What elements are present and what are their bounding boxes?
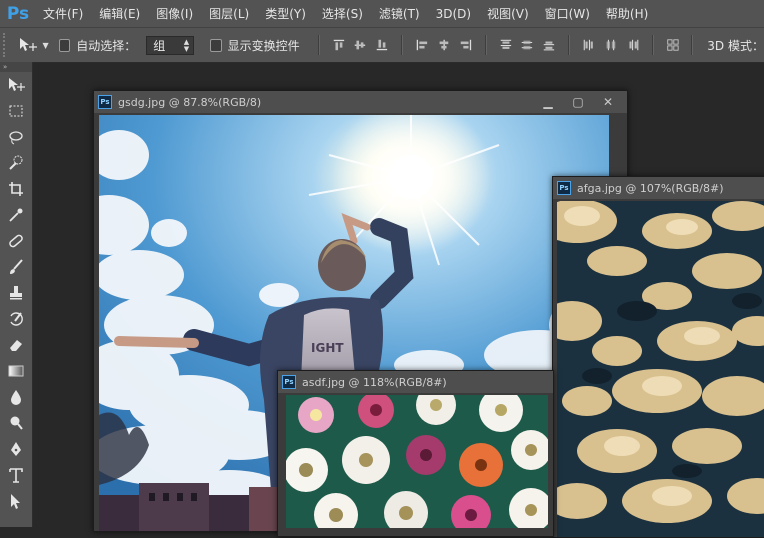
gradient-tool-icon[interactable] [0, 358, 32, 384]
menu-file[interactable]: 文件(F) [36, 5, 92, 22]
type-tool-icon[interactable] [0, 462, 32, 488]
distribute-left-icon[interactable] [582, 37, 596, 53]
auto-select-checkbox[interactable] [58, 38, 71, 52]
document-canvas[interactable] [557, 201, 764, 537]
dodge-tool-icon[interactable] [0, 410, 32, 436]
menu-view[interactable]: 视图(V) [480, 5, 538, 22]
auto-select-label: 自动选择： [76, 38, 137, 53]
menu-image[interactable]: 图像(I) [149, 5, 202, 22]
lasso-tool-icon[interactable] [0, 124, 32, 150]
auto-select-dropdown[interactable]: 组 ▲ ▼ [146, 35, 195, 55]
distribute-top-icon[interactable] [499, 37, 513, 53]
history-brush-tool-icon[interactable] [0, 306, 32, 332]
close-button[interactable]: ✕ [593, 94, 623, 110]
healing-brush-tool-icon[interactable] [0, 228, 32, 254]
photoshop-logo: Ps [6, 3, 30, 24]
document-title: gsdg.jpg @ 87.8%(RGB/8) [118, 95, 262, 109]
path-selection-tool-icon[interactable] [0, 488, 32, 514]
ps-document-icon: Ps [557, 181, 571, 195]
ps-document-icon: Ps [282, 375, 296, 389]
brush-tool-icon[interactable] [0, 254, 32, 280]
menu-window[interactable]: 窗口(W) [538, 5, 599, 22]
move-tool-preset-icon[interactable] [16, 37, 40, 53]
flowers-photo [286, 395, 548, 528]
distribute-vcenter-icon[interactable] [520, 37, 534, 53]
menu-help[interactable]: 帮助(H) [599, 5, 657, 22]
distribute-hcenter-icon[interactable] [604, 37, 618, 53]
document-title-bar[interactable]: Ps afga.jpg @ 107%(RGB/8#) [553, 177, 764, 199]
divider [691, 35, 694, 55]
menu-type[interactable]: 类型(Y) [258, 5, 315, 22]
minimize-button[interactable]: ▁ [533, 94, 563, 110]
divider [401, 35, 404, 55]
menu-layer[interactable]: 图层(L) [202, 5, 258, 22]
menu-3d[interactable]: 3D(D) [429, 7, 480, 21]
shirt-print-text: IGHT [311, 341, 344, 355]
document-canvas[interactable] [286, 395, 548, 528]
menu-edit[interactable]: 编辑(E) [92, 5, 149, 22]
menu-select[interactable]: 选择(S) [315, 5, 372, 22]
auto-align-layers-icon[interactable] [666, 37, 680, 53]
marquee-tool-icon[interactable] [0, 98, 32, 124]
tool-preset-caret-icon[interactable]: ▼ [42, 41, 48, 50]
document-title-bar[interactable]: Ps asdf.jpg @ 118%(RGB/8#) [278, 371, 553, 393]
document-title: asdf.jpg @ 118%(RGB/8#) [302, 375, 447, 389]
align-hcenter-icon[interactable] [437, 37, 451, 53]
ps-document-icon: Ps [98, 95, 112, 109]
show-transform-checkbox[interactable] [210, 38, 222, 52]
move-tool-icon[interactable] [0, 72, 32, 98]
blur-tool-icon[interactable] [0, 384, 32, 410]
divider [484, 35, 487, 55]
document-window-afga[interactable]: Ps afga.jpg @ 107%(RGB/8#) [552, 176, 764, 538]
window-controls: ▁ ▢ ✕ [533, 91, 623, 113]
crop-tool-icon[interactable] [0, 176, 32, 202]
options-bar: ▼ 自动选择： 组 ▲ ▼ 显示变换控件 3D 模式： [0, 27, 764, 63]
document-title: afga.jpg @ 107%(RGB/8#) [577, 181, 724, 195]
menu-filter[interactable]: 滤镜(T) [372, 5, 429, 22]
tools-panel-collapse[interactable]: » [0, 62, 32, 72]
clouds-photo [557, 201, 764, 537]
divider [651, 35, 654, 55]
options-bar-grip[interactable] [3, 33, 10, 57]
divider [317, 35, 320, 55]
distribute-right-icon[interactable] [626, 37, 640, 53]
auto-select-value: 组 [153, 38, 166, 53]
tools-panel: » [0, 62, 33, 527]
menu-bar: Ps 文件(F) 编辑(E) 图像(I) 图层(L) 类型(Y) 选择(S) 滤… [0, 0, 764, 27]
dropdown-arrows-icon: ▲ ▼ [183, 37, 190, 53]
show-transform-label: 显示变换控件 [227, 38, 300, 53]
divider [568, 35, 571, 55]
clone-stamp-tool-icon[interactable] [0, 280, 32, 306]
align-vcenter-icon[interactable] [353, 37, 367, 53]
pen-tool-icon[interactable] [0, 436, 32, 462]
align-left-icon[interactable] [415, 37, 429, 53]
quick-selection-tool-icon[interactable] [0, 150, 32, 176]
align-right-icon[interactable] [459, 37, 473, 53]
align-top-icon[interactable] [332, 37, 346, 53]
document-window-asdf[interactable]: Ps asdf.jpg @ 118%(RGB/8#) [277, 370, 554, 537]
document-title-bar[interactable]: Ps gsdg.jpg @ 87.8%(RGB/8) ▁ ▢ ✕ [94, 91, 627, 113]
maximize-button[interactable]: ▢ [563, 94, 593, 110]
3d-mode-label: 3D 模式： [707, 38, 764, 53]
eraser-tool-icon[interactable] [0, 332, 32, 358]
distribute-bottom-icon[interactable] [542, 37, 556, 53]
eyedropper-tool-icon[interactable] [0, 202, 32, 228]
align-bottom-icon[interactable] [375, 37, 389, 53]
